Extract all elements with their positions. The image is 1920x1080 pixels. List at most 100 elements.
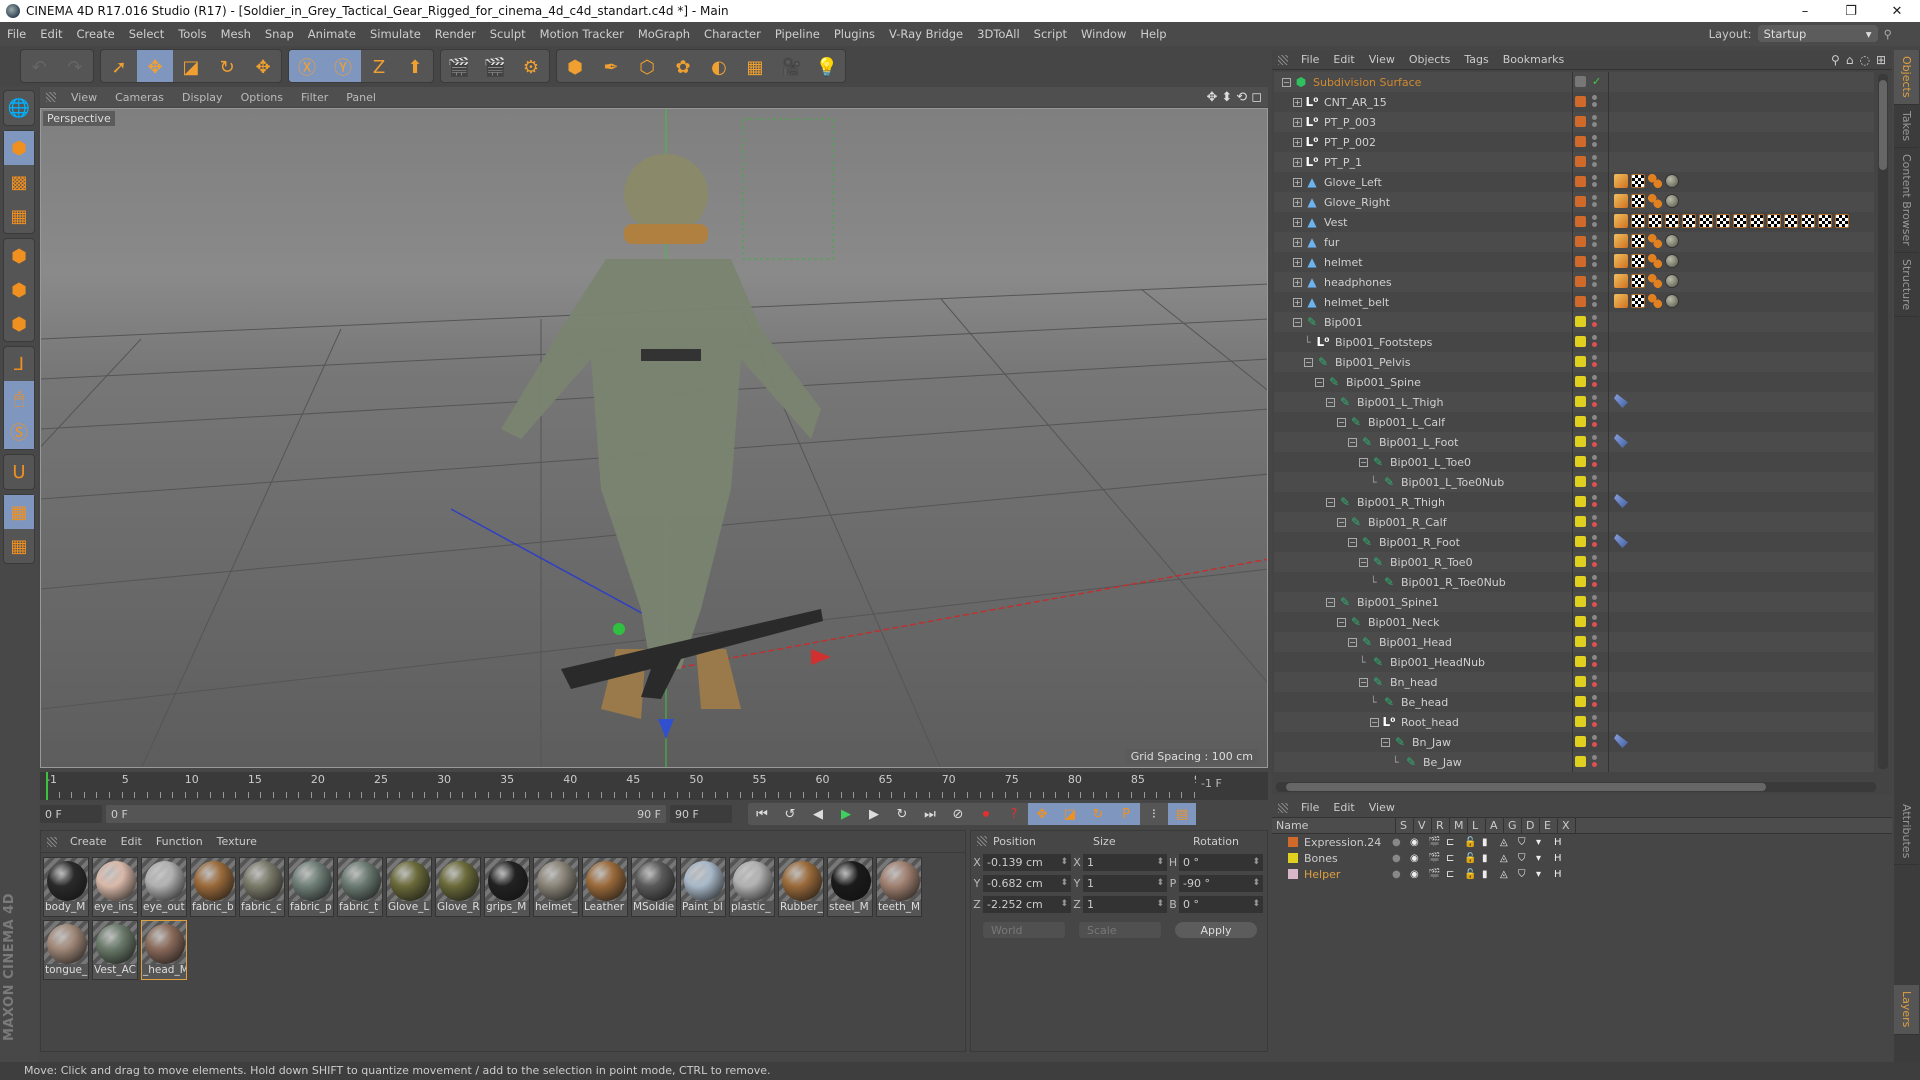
render-visibility-dot[interactable] [1592, 322, 1597, 327]
editor-visibility-dot[interactable] [1592, 515, 1597, 520]
editor-visibility-dot[interactable] [1592, 355, 1597, 360]
uvw-tag-icon[interactable] [1648, 274, 1662, 288]
visibility-dots[interactable] [1592, 355, 1597, 369]
menu-simulate[interactable]: Simulate [363, 27, 428, 41]
visibility-dots[interactable] [1592, 375, 1597, 389]
viewport-menu-filter[interactable]: Filter [292, 91, 337, 104]
layer-row[interactable]: Expression.24 ● ◉ 🎬 ⊏ 🔓 ▮ ◬ ⛉ ▾ H [1272, 834, 1892, 850]
layer-color-swatch[interactable] [1575, 756, 1586, 767]
light-button[interactable]: 💡 [809, 50, 845, 82]
menu-sculpt[interactable]: Sculpt [483, 27, 533, 41]
menu-plugins[interactable]: Plugins [827, 27, 882, 41]
visibility-dots[interactable] [1592, 175, 1597, 189]
texture-tag-icon[interactable] [1716, 214, 1730, 228]
layer-color-swatch[interactable] [1575, 356, 1586, 367]
material-swatch[interactable]: MSoldie [631, 857, 677, 917]
object-row[interactable]: − ✎ Bip001_Neck [1274, 612, 1874, 632]
render-visibility-dot[interactable] [1592, 202, 1597, 207]
prev-frame-button[interactable]: ◀ [804, 803, 832, 825]
view-icon[interactable]: ◌ [1859, 53, 1869, 67]
object-row[interactable]: + ▲ helmet_belt [1274, 292, 1874, 312]
expand-icon[interactable]: + [1293, 157, 1302, 167]
object-row[interactable]: └ ✎ Bip001_L_Toe0Nub [1274, 472, 1874, 492]
layer-color-swatch[interactable] [1575, 736, 1586, 747]
material-swatch[interactable]: Leather [582, 857, 628, 917]
layer-row[interactable]: Bones ● ◉ 🎬 ⊏ 🔓 ▮ ◬ ⛉ ▾ H [1272, 850, 1892, 866]
layer-row[interactable]: Helper ● ◉ 🎬 ⊏ 🔓 ▮ ◬ ⛉ ▾ H [1272, 866, 1892, 882]
scrollbar-thumb[interactable] [1286, 783, 1766, 791]
visibility-dots[interactable] [1592, 515, 1597, 529]
layer-color-swatch[interactable] [1288, 853, 1298, 863]
generator-icon[interactable]: ◬ [1500, 837, 1512, 848]
visibility-dots[interactable] [1592, 275, 1597, 289]
render-visibility-dot[interactable] [1592, 142, 1597, 147]
size-z-field[interactable]: 1 [1083, 895, 1167, 913]
xref-icon[interactable]: H [1554, 869, 1566, 880]
menu-motion-tracker[interactable]: Motion Tracker [533, 27, 631, 41]
texture-mode-button[interactable]: ▩ [4, 165, 34, 199]
layer-column-m[interactable]: M [1450, 817, 1468, 834]
editor-visibility-dot[interactable] [1592, 95, 1597, 100]
editor-visibility-dot[interactable] [1592, 175, 1597, 180]
key-param-button[interactable]: P [1112, 803, 1140, 825]
render-settings-button[interactable]: ⚙ [513, 50, 549, 82]
phong-tag-icon[interactable] [1614, 214, 1628, 228]
rotate-button[interactable]: ↻ [209, 50, 245, 82]
viewport-menu-panel[interactable]: Panel [337, 91, 385, 104]
collapse-icon[interactable]: − [1348, 437, 1357, 447]
visibility-dots[interactable] [1592, 335, 1597, 349]
texture-tag-icon[interactable] [1733, 214, 1747, 228]
object-row[interactable]: └ ✎ Be_head [1274, 692, 1874, 712]
menu-mograph[interactable]: MoGraph [631, 27, 697, 41]
texture-tag-icon[interactable] [1631, 174, 1645, 188]
goto-start-button[interactable]: ⏮ [748, 803, 776, 825]
layer-column-x[interactable]: X [1558, 817, 1576, 834]
layer-color-swatch[interactable] [1575, 636, 1586, 647]
expand-icon[interactable]: + [1293, 257, 1302, 267]
animation-icon[interactable]: ▮ [1482, 869, 1494, 880]
object-row[interactable]: − L⁰ Root_head [1274, 712, 1874, 732]
collapse-icon[interactable]: − [1326, 397, 1335, 407]
editor-visibility-dot[interactable] [1592, 255, 1597, 260]
model-mode-button[interactable]: ⬢ [4, 131, 34, 165]
visibility-dots[interactable] [1592, 635, 1597, 649]
layer-color-swatch[interactable] [1575, 516, 1586, 527]
workplane-mode-button[interactable]: ▦ [4, 199, 34, 233]
orbit-icon[interactable]: ⟲ [1236, 90, 1247, 105]
visibility-dots[interactable]: ✓ [1592, 75, 1601, 89]
uvw-tag-icon[interactable] [1648, 234, 1662, 248]
texture-tag-icon[interactable] [1631, 234, 1645, 248]
render-visibility-dot[interactable] [1592, 742, 1597, 747]
generator-icon[interactable]: ◬ [1500, 869, 1512, 880]
material-tag-icon[interactable] [1665, 274, 1679, 288]
camera-button[interactable]: 🎥 [773, 50, 809, 82]
editor-visibility-dot[interactable] [1592, 235, 1597, 240]
apply-button[interactable]: Apply [1175, 922, 1257, 938]
editor-visibility-dot[interactable] [1592, 395, 1597, 400]
menu-v-ray-bridge[interactable]: V-Ray Bridge [882, 27, 970, 41]
visibility-dots[interactable] [1592, 615, 1597, 629]
render-visibility-dot[interactable] [1592, 302, 1597, 307]
maximize-button[interactable]: ❐ [1828, 4, 1874, 19]
viewport-menu-view[interactable]: View [62, 91, 106, 104]
texture-tag-icon[interactable] [1648, 214, 1662, 228]
layer-color-swatch[interactable] [1575, 256, 1586, 267]
collapse-icon[interactable]: − [1315, 377, 1324, 387]
layer-none-icon[interactable] [1575, 76, 1586, 87]
render-visibility-dot[interactable] [1592, 622, 1597, 627]
texture-tag-icon[interactable] [1801, 214, 1815, 228]
material-swatch[interactable]: grips_M [484, 857, 530, 917]
texture-tag-icon[interactable] [1699, 214, 1713, 228]
visibility-dots[interactable] [1592, 575, 1597, 589]
tab-takes[interactable]: Takes [1894, 105, 1919, 148]
layer-color-swatch[interactable] [1575, 156, 1586, 167]
material-tag-icon[interactable] [1665, 174, 1679, 188]
editor-visibility-dot[interactable] [1592, 415, 1597, 420]
menu-select[interactable]: Select [122, 27, 171, 41]
render-picture-viewer-button[interactable]: 🎬 [477, 50, 513, 82]
render-visibility-dot[interactable] [1592, 382, 1597, 387]
scrollbar-thumb[interactable] [1879, 80, 1887, 170]
layer-color-swatch[interactable] [1575, 196, 1586, 207]
texture-tag-icon[interactable] [1835, 214, 1849, 228]
editor-visibility-dot[interactable] [1592, 575, 1597, 580]
